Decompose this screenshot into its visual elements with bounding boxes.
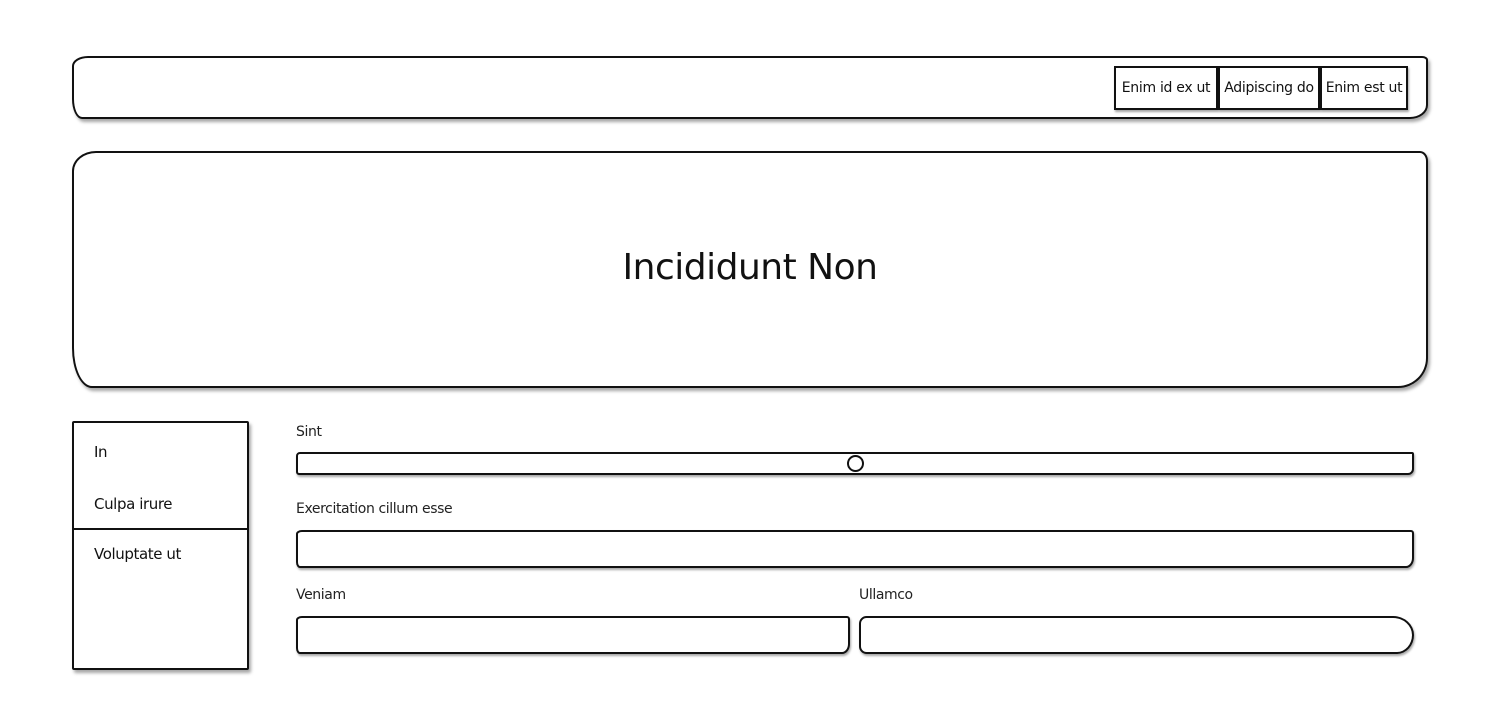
navbar-button-group: Enim id ex ut Adipiscing do Enim est ut — [1114, 66, 1408, 110]
slider-thumb[interactable] — [847, 455, 864, 472]
exercitation-field-label: Exercitation cillum esse — [296, 501, 453, 517]
sidebar-item-voluptate-ut[interactable]: Voluptate ut — [94, 545, 181, 563]
hero-title: Incididunt Non — [622, 247, 878, 288]
sint-slider[interactable] — [296, 452, 1414, 475]
nav-button-enim-est-ut[interactable]: Enim est ut — [1320, 66, 1408, 110]
sidebar-menu: In Culpa irure Voluptate ut — [72, 421, 249, 670]
nav-button-adipiscing-do[interactable]: Adipiscing do — [1218, 66, 1320, 110]
nav-button-enim-id-ex-ut[interactable]: Enim id ex ut — [1114, 66, 1218, 110]
ullamco-field-label: Ullamco — [859, 587, 913, 603]
sidebar-item-culpa-irure[interactable]: Culpa irure — [94, 495, 173, 513]
sidebar-item-in[interactable]: In — [94, 443, 108, 461]
exercitation-input[interactable] — [296, 530, 1414, 568]
veniam-field-label: Veniam — [296, 587, 346, 603]
ullamco-input[interactable] — [859, 616, 1414, 654]
slider-label: Sint — [296, 424, 322, 440]
top-navbar: Enim id ex ut Adipiscing do Enim est ut — [72, 56, 1428, 119]
hero-banner: Incididunt Non — [72, 151, 1428, 388]
sidebar-divider — [72, 528, 249, 530]
veniam-input[interactable] — [296, 616, 850, 654]
